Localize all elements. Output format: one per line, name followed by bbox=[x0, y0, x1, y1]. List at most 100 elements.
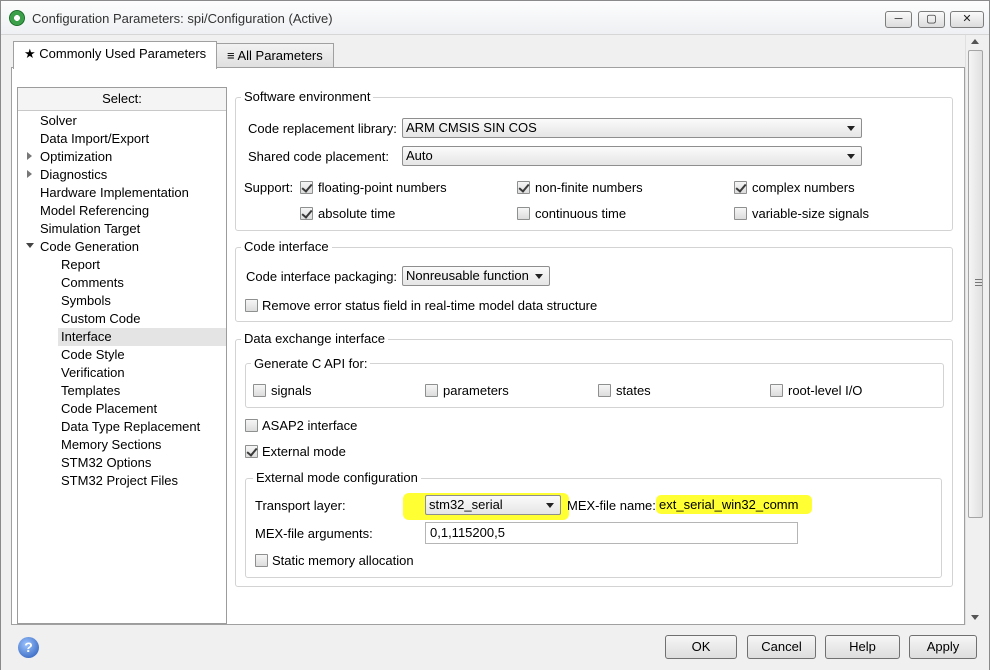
config-parameters-window: Configuration Parameters: spi/Configurat… bbox=[0, 0, 990, 670]
external-mode-configuration-title: External mode configuration bbox=[253, 470, 421, 485]
tree-item-diagnostics[interactable]: Diagnostics bbox=[40, 166, 107, 184]
grip-line bbox=[975, 285, 982, 286]
tree-item-report[interactable]: Report bbox=[61, 256, 100, 274]
help-button[interactable]: Help bbox=[825, 635, 900, 659]
minimize-button[interactable]: ─ bbox=[885, 11, 912, 28]
tab-label: Commonly Used Parameters bbox=[39, 46, 207, 61]
continuous-time-label: continuous time bbox=[535, 206, 627, 221]
transport-layer-dropdown[interactable]: stm32_serial bbox=[425, 495, 561, 515]
tab-label: All Parameters bbox=[237, 48, 323, 63]
variable-size-signals-checkbox[interactable] bbox=[734, 207, 747, 220]
tree-item-interface[interactable]: Interface bbox=[58, 328, 226, 346]
mex-file-arguments-label: MEX-file arguments: bbox=[255, 526, 373, 541]
scrollbar-thumb[interactable] bbox=[968, 50, 983, 518]
tree-header: Select: bbox=[18, 88, 226, 111]
dropdown-arrow-icon bbox=[847, 126, 855, 131]
code-replacement-library-label: Code replacement library: bbox=[248, 121, 397, 136]
c-api-root-level-io-label: root-level I/O bbox=[788, 383, 863, 398]
tree-item-code-placement[interactable]: Code Placement bbox=[61, 400, 157, 418]
variable-size-signals-label: variable-size signals bbox=[752, 206, 870, 221]
close-button[interactable]: ✕ bbox=[950, 11, 984, 28]
tree-item-stm32-options[interactable]: STM32 Options bbox=[61, 454, 151, 472]
c-api-parameters-checkbox[interactable] bbox=[425, 384, 438, 397]
ok-button[interactable]: OK bbox=[665, 635, 737, 659]
grip-line bbox=[975, 282, 982, 283]
non-finite-checkbox[interactable] bbox=[517, 181, 530, 194]
tree-item-templates[interactable]: Templates bbox=[61, 382, 120, 400]
tree-item-code-generation[interactable]: Code Generation bbox=[40, 238, 139, 256]
tab-all-parameters[interactable]: ≡ All Parameters bbox=[216, 43, 334, 69]
window-title: Configuration Parameters: spi/Configurat… bbox=[32, 11, 333, 26]
tree-item-code-style[interactable]: Code Style bbox=[61, 346, 125, 364]
tree-item-comments[interactable]: Comments bbox=[61, 274, 124, 292]
absolute-time-label: absolute time bbox=[318, 206, 396, 221]
dropdown-value: Auto bbox=[406, 148, 433, 163]
star-icon: ★ bbox=[24, 46, 36, 61]
dropdown-value: Nonreusable function bbox=[406, 268, 529, 283]
c-api-signals-label: signals bbox=[271, 383, 312, 398]
c-api-root-level-io-checkbox[interactable] bbox=[770, 384, 783, 397]
dropdown-arrow-icon bbox=[535, 274, 543, 279]
list-icon: ≡ bbox=[227, 48, 235, 63]
mex-file-name-label: MEX-file name: bbox=[567, 498, 656, 513]
tree-item-custom-code[interactable]: Custom Code bbox=[61, 310, 140, 328]
tree-item-data-import-export[interactable]: Data Import/Export bbox=[40, 130, 149, 148]
vertical-scrollbar[interactable] bbox=[965, 35, 984, 625]
c-api-title: Generate C API for: bbox=[251, 356, 371, 371]
help-icon[interactable]: ? bbox=[18, 637, 39, 658]
dropdown-arrow-icon bbox=[847, 154, 855, 159]
support-label: Support: bbox=[244, 180, 294, 195]
static-memory-allocation-checkbox[interactable] bbox=[255, 554, 268, 567]
code-interface-packaging-label: Code interface packaging: bbox=[246, 269, 398, 284]
c-api-signals-checkbox[interactable] bbox=[253, 384, 266, 397]
continuous-time-checkbox[interactable] bbox=[517, 207, 530, 220]
absolute-time-checkbox[interactable] bbox=[300, 207, 313, 220]
floating-point-label: floating-point numbers bbox=[318, 180, 447, 195]
complex-numbers-label: complex numbers bbox=[752, 180, 855, 195]
apply-button[interactable]: Apply bbox=[909, 635, 977, 659]
tree-item-verification[interactable]: Verification bbox=[61, 364, 125, 382]
simulink-app-icon bbox=[9, 10, 25, 26]
dropdown-value: stm32_serial bbox=[429, 497, 503, 512]
code-replacement-library-dropdown[interactable]: ARM CMSIS SIN COS bbox=[402, 118, 862, 138]
tree-item-simulation-target[interactable]: Simulation Target bbox=[40, 220, 140, 238]
code-interface-title: Code interface bbox=[241, 239, 332, 254]
mex-file-arguments-input[interactable]: 0,1,115200,5 bbox=[425, 522, 798, 544]
tree-item-solver[interactable]: Solver bbox=[40, 112, 77, 130]
tree-item-hardware-implementation[interactable]: Hardware Implementation bbox=[40, 184, 189, 202]
external-mode-checkbox[interactable] bbox=[245, 445, 258, 458]
cancel-button[interactable]: Cancel bbox=[747, 635, 816, 659]
dropdown-value: ARM CMSIS SIN COS bbox=[406, 120, 537, 135]
floating-point-checkbox[interactable] bbox=[300, 181, 313, 194]
asap2-interface-checkbox[interactable] bbox=[245, 419, 258, 432]
tree-item-symbols[interactable]: Symbols bbox=[61, 292, 111, 310]
transport-layer-label: Transport layer: bbox=[255, 498, 346, 513]
asap2-interface-label: ASAP2 interface bbox=[262, 418, 358, 433]
c-api-states-label: states bbox=[616, 383, 651, 398]
tree-item-data-type-replacement[interactable]: Data Type Replacement bbox=[61, 418, 200, 436]
scroll-down-arrow-icon[interactable] bbox=[971, 615, 979, 620]
grip-line bbox=[975, 279, 982, 280]
tree-item-optimization[interactable]: Optimization bbox=[40, 148, 112, 166]
c-api-states-checkbox[interactable] bbox=[598, 384, 611, 397]
tab-commonly-used-parameters[interactable]: ★ Commonly Used Parameters bbox=[13, 41, 218, 69]
shared-code-placement-dropdown[interactable]: Auto bbox=[402, 146, 862, 166]
mex-file-name-value: ext_serial_win32_comm bbox=[656, 495, 813, 514]
code-interface-packaging-dropdown[interactable]: Nonreusable function bbox=[402, 266, 550, 286]
external-mode-label: External mode bbox=[262, 444, 346, 459]
maximize-button[interactable]: ▢ bbox=[918, 11, 945, 28]
scroll-up-arrow-icon[interactable] bbox=[971, 39, 979, 44]
remove-error-status-checkbox[interactable] bbox=[245, 299, 258, 312]
title-bar: Configuration Parameters: spi/Configurat… bbox=[1, 1, 989, 35]
dropdown-arrow-icon bbox=[546, 503, 554, 508]
collapse-arrow-icon[interactable] bbox=[26, 243, 34, 248]
expand-arrow-icon[interactable] bbox=[27, 170, 32, 178]
tree-item-stm32-project-files[interactable]: STM32 Project Files bbox=[61, 472, 178, 490]
expand-arrow-icon[interactable] bbox=[27, 152, 32, 160]
tree-item-model-referencing[interactable]: Model Referencing bbox=[40, 202, 149, 220]
remove-error-status-label: Remove error status field in real-time m… bbox=[262, 298, 598, 313]
shared-code-placement-label: Shared code placement: bbox=[248, 149, 389, 164]
c-api-parameters-label: parameters bbox=[443, 383, 509, 398]
complex-numbers-checkbox[interactable] bbox=[734, 181, 747, 194]
tree-item-memory-sections[interactable]: Memory Sections bbox=[61, 436, 161, 454]
